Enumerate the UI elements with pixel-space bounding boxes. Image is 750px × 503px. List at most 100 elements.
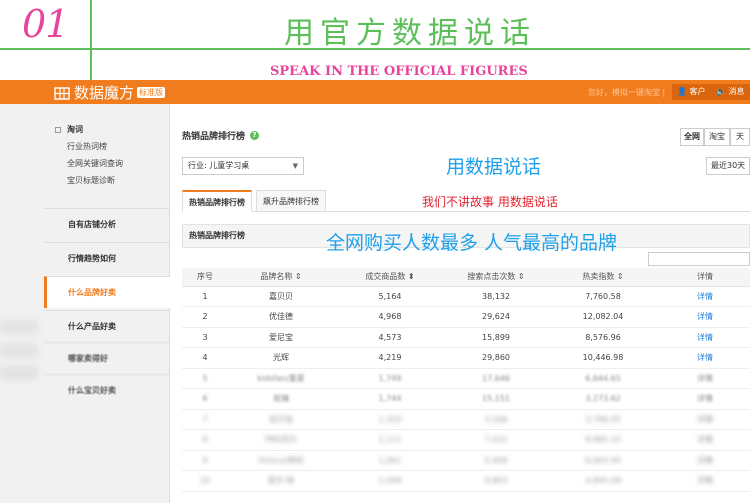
tab-hot-brands[interactable]: 热销品牌排行榜 xyxy=(182,190,252,212)
cell-clicks: 29,860 xyxy=(446,347,546,369)
blurred-edge xyxy=(0,366,38,380)
sidebar-item-items[interactable]: 什么宝贝好卖 xyxy=(44,374,170,406)
detail-link[interactable]: 详情 xyxy=(660,388,750,410)
cell-brand: Shinco/新科 xyxy=(228,450,334,471)
cell-rank: 8 xyxy=(182,429,228,451)
tab-rising-brands[interactable]: 飙升品牌排行榜 xyxy=(256,190,326,212)
cell-clicks: 15,151 xyxy=(446,388,546,410)
table-row: 10 爱尔·林 1,008 9,803 4,845.08 详情 xyxy=(182,470,750,492)
sidebar-item-shops[interactable]: 哪家卖得好 xyxy=(44,342,170,374)
banner-divider-vertical xyxy=(90,0,92,80)
top-links[interactable]: 您好，模拟一键淘宝 | xyxy=(588,87,665,98)
table-row: 8 PNE优贝 1,111 7,022 8,965.15 详情 xyxy=(182,429,750,451)
header-index[interactable]: 热卖指数 ⇕ xyxy=(546,268,660,287)
cell-deals: 1,320 xyxy=(334,409,446,430)
cell-brand: kidsfan/童星 xyxy=(228,368,334,389)
cube-logo-icon xyxy=(54,85,70,101)
detail-link[interactable]: 详情 xyxy=(660,327,750,348)
table-row: 7 佳贝佳 1,320 3,166 3,796.45 详情 xyxy=(182,409,750,430)
brand-ranking-table: 序号 品牌名称 ⇕ 成交商品数 ⬍ 搜索点击次数 ⇕ 热卖指数 ⇕ 详情 1 嘉贝… xyxy=(182,268,750,492)
tab-scope-tmall[interactable]: 天 xyxy=(730,128,750,146)
overlay-caption-top: 用数据说话 xyxy=(446,156,542,178)
sidebar-item-market-trend[interactable]: 行情趋势如何 xyxy=(44,242,170,274)
detail-link[interactable]: 详情 xyxy=(660,368,750,389)
cell-index: 6,644.65 xyxy=(546,368,660,389)
sidebar-item-title-diagnosis[interactable]: 宝贝标题诊断 xyxy=(67,175,123,186)
cell-deals: 1,111 xyxy=(334,429,446,451)
table-row: 6 斑斓 1,744 15,151 3,273.62 详情 xyxy=(182,388,750,410)
tab-scope-all[interactable]: 全网 xyxy=(680,128,704,146)
detail-link[interactable]: 详情 xyxy=(660,409,750,430)
banner-headline: 用官方数据说话 xyxy=(284,16,536,51)
detail-link[interactable]: 详情 xyxy=(660,286,750,307)
detail-link[interactable]: 详情 xyxy=(660,470,750,492)
help-icon[interactable]: ? xyxy=(250,131,260,140)
detail-link[interactable]: 详情 xyxy=(660,429,750,451)
sidebar-item-brands[interactable]: 什么品牌好卖 xyxy=(44,276,170,308)
cell-rank: 4 xyxy=(182,347,228,369)
app-logo[interactable]: 数据魔方 标准版 xyxy=(54,82,166,103)
sidebar-item-shop-analysis[interactable]: 自有店铺分析 xyxy=(44,208,170,240)
app-header: 数据魔方 标准版 您好，模拟一键淘宝 | 👤 客户 🔈 消息 xyxy=(0,80,750,104)
cell-clicks: 5,406 xyxy=(446,450,546,471)
table-row: 2 优佳德 4,968 29,624 12,082.04 详情 xyxy=(182,306,750,328)
sidebar-item-keyword-query[interactable]: 全网关键词查询 xyxy=(67,158,123,169)
blurred-edge xyxy=(0,320,38,334)
sidebar-item-products[interactable]: 什么产品好卖 xyxy=(44,310,170,342)
detail-link[interactable]: 详情 xyxy=(660,347,750,369)
cell-brand: 优佳德 xyxy=(228,306,334,328)
table-row: 1 嘉贝贝 5,164 38,132 7,760.58 详情 xyxy=(182,286,750,307)
blurred-edge xyxy=(0,344,38,358)
cell-clicks: 7,022 xyxy=(446,429,546,451)
cell-index: 6,063.45 xyxy=(546,450,660,471)
tab-scope-taobao[interactable]: 淘宝 xyxy=(704,128,730,146)
header-detail: 详情 xyxy=(660,268,750,287)
sidebar-group-taoci: 淘词 行业热词榜 全网关键词查询 宝贝标题诊断 xyxy=(55,124,123,186)
cell-index: 3,273.62 xyxy=(546,388,660,410)
cell-brand: 爱尼宝 xyxy=(228,327,334,348)
message-button[interactable]: 🔈 消息 xyxy=(711,84,750,100)
detail-link[interactable]: 详情 xyxy=(660,306,750,328)
cell-brand: PNE优贝 xyxy=(228,429,334,451)
cell-index: 8,576.96 xyxy=(546,327,660,348)
sidebar: 淘词 行业热词榜 全网关键词查询 宝贝标题诊断 自有店铺分析 行情趋势如何 什么… xyxy=(0,104,170,503)
user-icon: 👤 xyxy=(677,87,687,96)
speaker-icon: 🔈 xyxy=(716,87,726,96)
cell-rank: 10 xyxy=(182,470,228,492)
overlay-caption-middle: 我们不讲故事 用数据说话 xyxy=(422,195,558,209)
header-clicks[interactable]: 搜索点击次数 ⇕ xyxy=(446,268,546,287)
cell-index: 7,760.58 xyxy=(546,286,660,307)
main-content: 热销品牌排行榜 ? 全网 淘宝 天 行业: 儿童学习桌 ▼ 最近30天 用数据说… xyxy=(170,104,750,503)
client-button[interactable]: 👤 客户 xyxy=(672,84,711,100)
sidebar-group-title[interactable]: 淘词 xyxy=(55,124,123,135)
header-brand[interactable]: 品牌名称 ⇕ xyxy=(228,268,334,287)
cell-rank: 6 xyxy=(182,388,228,410)
cell-clicks: 3,166 xyxy=(446,409,546,430)
cell-rank: 9 xyxy=(182,450,228,471)
cell-index: 8,965.15 xyxy=(546,429,660,451)
cell-clicks: 38,132 xyxy=(446,286,546,307)
cell-rank: 7 xyxy=(182,409,228,430)
cell-rank: 3 xyxy=(182,327,228,348)
cell-brand: 佳贝佳 xyxy=(228,409,334,430)
table-row: 4 光辉 4,219 29,860 10,446.98 详情 xyxy=(182,347,750,369)
industry-select[interactable]: 行业: 儿童学习桌 ▼ xyxy=(182,157,304,175)
detail-link[interactable]: 详情 xyxy=(660,450,750,471)
cell-deals: 4,219 xyxy=(334,347,446,369)
cell-deals: 1,744 xyxy=(334,388,446,410)
header-deals[interactable]: 成交商品数 ⬍ xyxy=(334,268,446,287)
table-row: 9 Shinco/新科 1,061 5,406 6,063.45 详情 xyxy=(182,450,750,471)
cell-clicks: 17,646 xyxy=(446,368,546,389)
cell-brand: 嘉贝贝 xyxy=(228,286,334,307)
sidebar-item-hot-words[interactable]: 行业热词榜 xyxy=(67,141,123,152)
filter-input[interactable] xyxy=(648,252,750,266)
date-range-select[interactable]: 最近30天 xyxy=(706,157,750,175)
cell-clicks: 9,803 xyxy=(446,470,546,492)
cell-deals: 4,573 xyxy=(334,327,446,348)
cell-deals: 1,061 xyxy=(334,450,446,471)
cell-brand: 光辉 xyxy=(228,347,334,369)
banner-number: 01 xyxy=(22,2,69,46)
cell-index: 3,796.45 xyxy=(546,409,660,430)
cell-deals: 1,008 xyxy=(334,470,446,492)
cell-clicks: 15,899 xyxy=(446,327,546,348)
